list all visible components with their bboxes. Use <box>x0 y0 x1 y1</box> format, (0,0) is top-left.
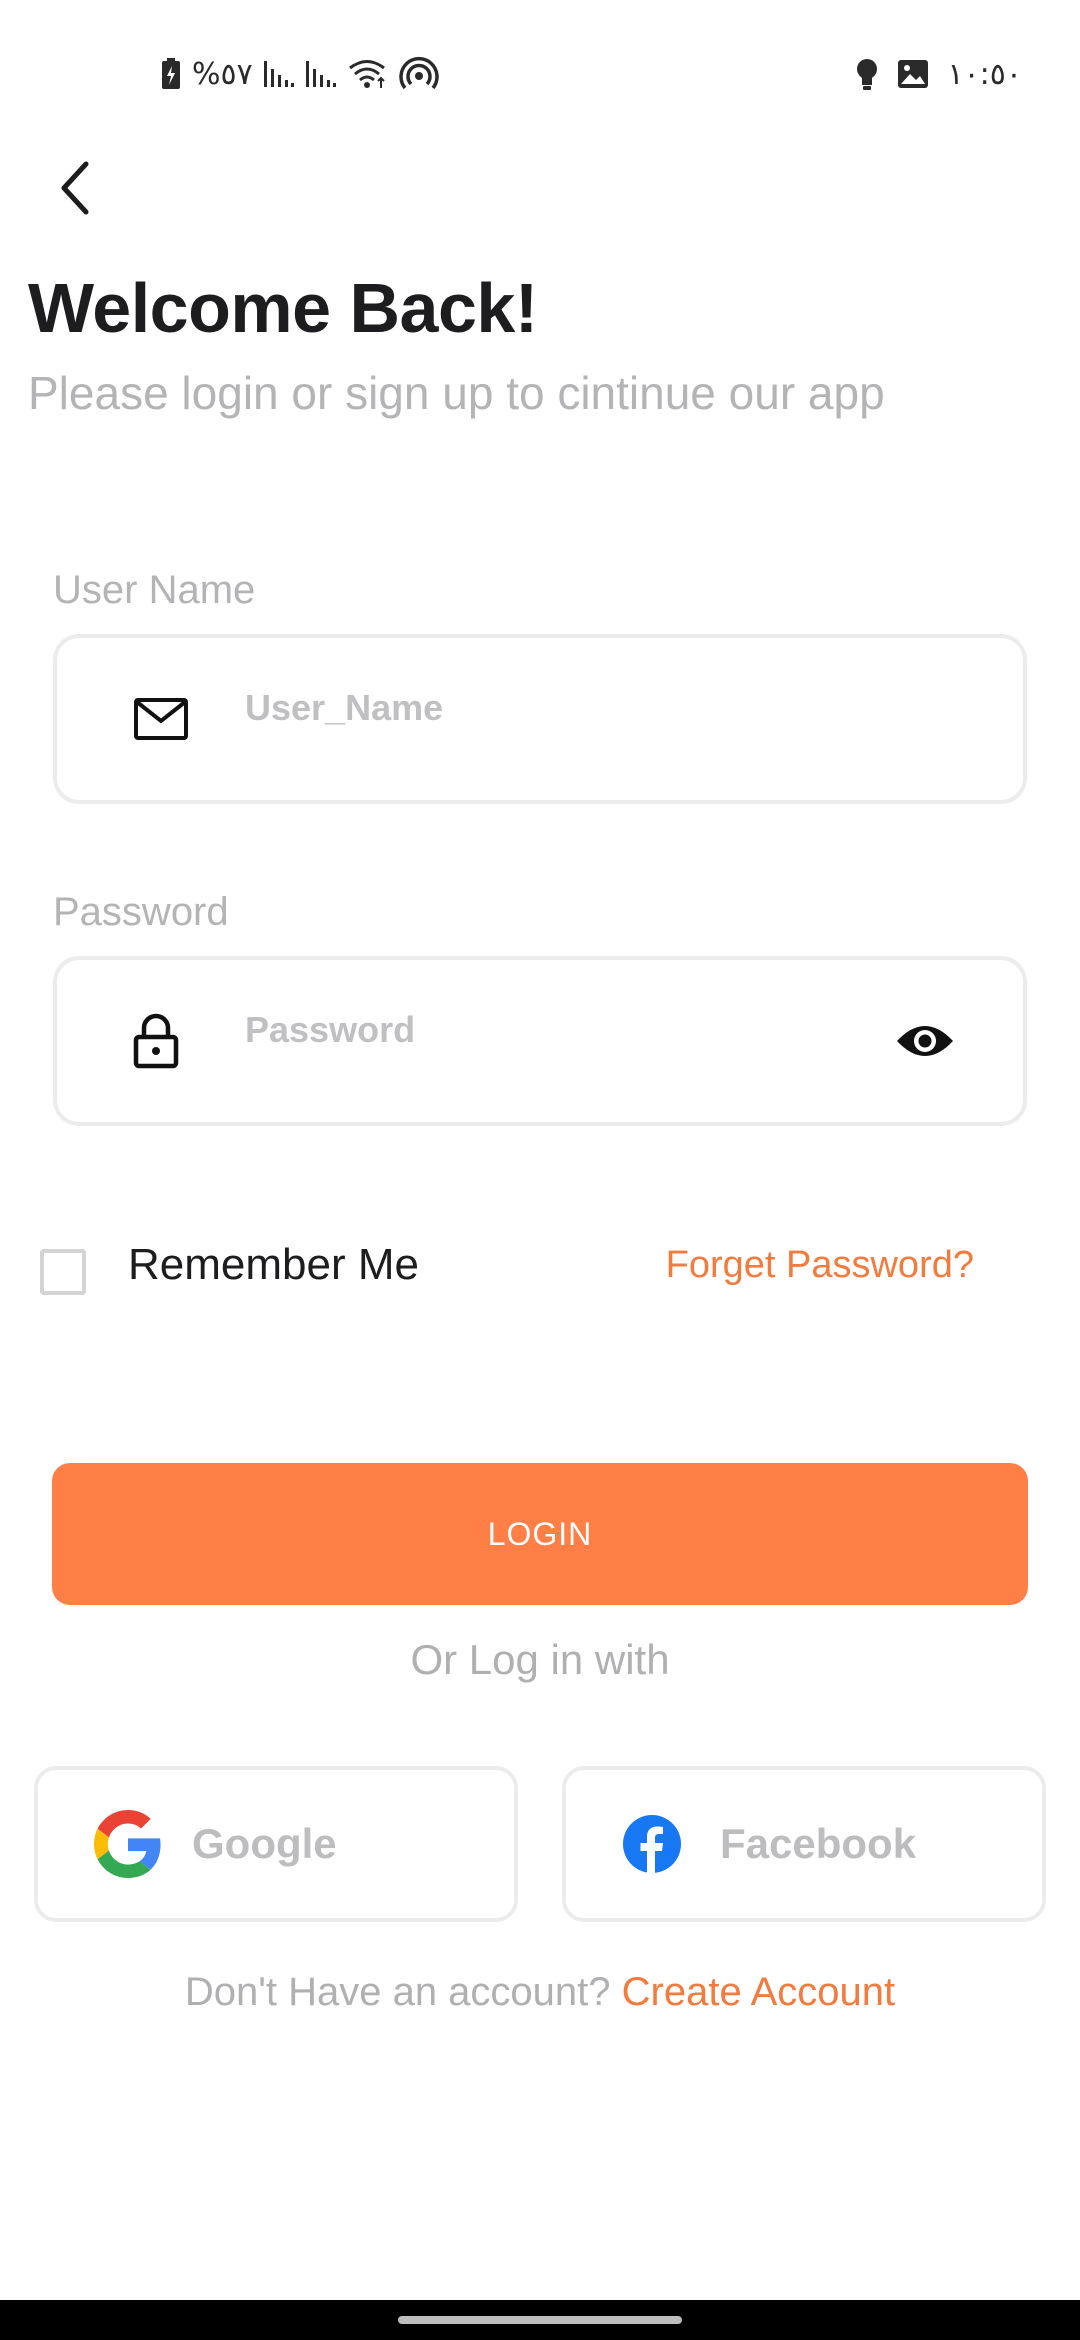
password-field[interactable] <box>53 956 1027 1126</box>
remember-me-checkbox[interactable] <box>40 1249 86 1295</box>
page-subtitle: Please login or sign up to cintinue our … <box>28 367 885 419</box>
password-label: Password <box>53 890 229 934</box>
remember-me-row <box>40 1244 86 1300</box>
signup-row: Don't Have an account? Create Account <box>0 1970 1080 2015</box>
login-button[interactable]: LOGIN <box>52 1463 1028 1605</box>
remember-me-label[interactable]: Remember Me <box>128 1240 419 1290</box>
page-title: Welcome Back! <box>28 269 538 347</box>
google-login-button[interactable]: Google <box>34 1766 518 1922</box>
forgot-password-link[interactable]: Forget Password? <box>666 1244 974 1287</box>
or-divider-text: Or Log in with <box>410 1636 670 1683</box>
google-logo-icon <box>94 1810 162 1878</box>
username-input[interactable] <box>245 678 885 738</box>
battery-percent: %٥٧ <box>192 56 253 92</box>
lightbulb-icon <box>855 57 879 91</box>
status-time: ١٠:٥٠ <box>947 56 1022 92</box>
google-login-label: Google <box>192 1820 337 1867</box>
back-button[interactable] <box>40 148 112 228</box>
facebook-logo-icon <box>622 1814 682 1874</box>
image-icon <box>897 59 929 89</box>
password-input[interactable] <box>245 1000 885 1060</box>
wifi-icon <box>347 58 389 90</box>
username-field[interactable] <box>53 634 1027 804</box>
eye-icon[interactable] <box>895 1021 955 1061</box>
create-account-link[interactable]: Create Account <box>622 1970 896 2014</box>
username-label: User Name <box>53 568 256 612</box>
mail-icon <box>133 697 189 741</box>
status-left-group: %٥٧ <box>160 50 439 98</box>
status-right-group: ١٠:٥٠ <box>855 50 1022 98</box>
lock-icon <box>133 1013 179 1069</box>
signal-strength-icon <box>263 59 295 89</box>
arrow-left-icon <box>61 161 89 215</box>
facebook-login-label: Facebook <box>720 1820 917 1867</box>
signal-strength-2-icon <box>305 59 337 89</box>
hotspot-icon <box>399 56 439 92</box>
status-bar: %٥٧ ١٠:٥٠ <box>0 0 1080 140</box>
signup-prompt: Don't Have an account? <box>184 1970 622 2014</box>
battery-charging-icon <box>160 57 182 91</box>
home-gesture-handle[interactable] <box>398 2316 682 2324</box>
facebook-login-button[interactable]: Facebook <box>562 1766 1046 1922</box>
